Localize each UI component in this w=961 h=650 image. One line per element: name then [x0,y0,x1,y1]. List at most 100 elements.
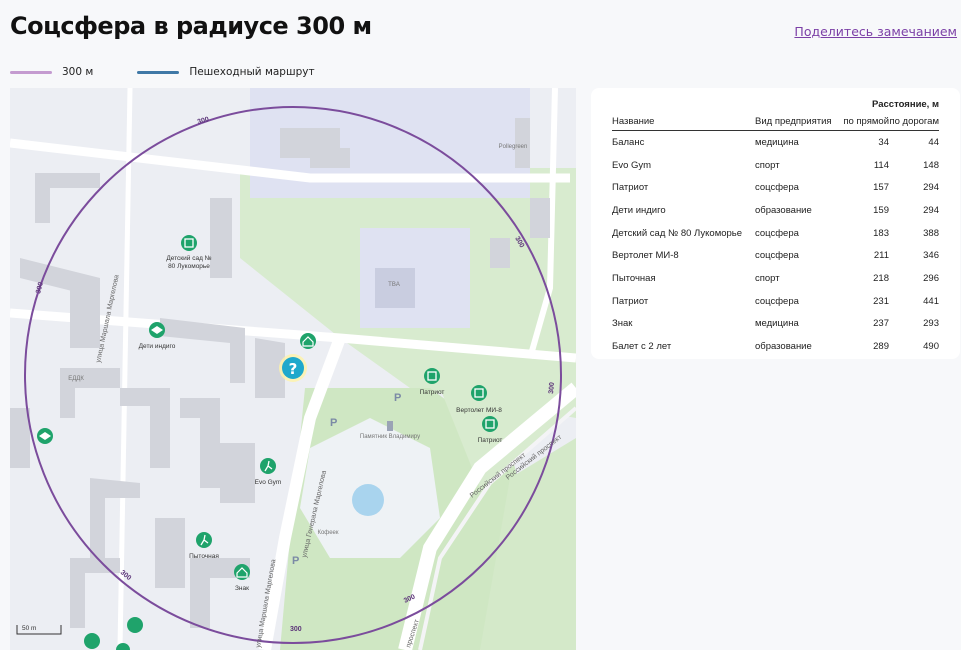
cell-name: Дети индиго [612,204,666,216]
cell-road: 490 [923,341,939,353]
table-row[interactable]: Детский сад № 80 Лукоморье соцсфера 183 388 [612,222,939,245]
share-feedback-link[interactable]: Поделитесь замечанием [794,24,957,39]
cell-straight: 231 [873,295,889,307]
poi-label: Вертолет МИ-8 [456,407,502,414]
tba-building [375,268,415,308]
cell-straight: 237 [873,318,889,330]
building-label: TBA [388,282,400,288]
cell-road: 441 [923,295,939,307]
cell-road: 44 [928,136,939,148]
cell-type: образование [755,204,812,216]
monument-label: Памятник Владимиру [360,434,420,440]
parking-marker: P [292,555,299,567]
cell-name: Баланс [612,136,645,148]
cell-road: 346 [923,250,939,262]
cell-name: Патриот [612,295,649,307]
monument-icon [387,421,393,431]
cell-type: соцсфера [755,227,799,239]
cell-straight: 211 [873,250,889,262]
cell-name: Evo Gym [612,159,652,171]
radius-label: 300 [290,626,302,633]
map-legend: 300 м Пешеходный маршрут [10,66,359,78]
poi-label: Детский сад № [166,254,211,262]
poi-balans[interactable] [300,333,316,349]
cell-type: соцсфера [755,182,799,194]
cell-road: 148 [923,159,939,171]
cell-straight: 218 [873,272,889,284]
social-icon[interactable] [482,416,498,432]
legend-walk-label: Пешеходный маршрут [189,66,315,78]
poi-label: Патриот [478,437,503,444]
cell-type: спорт [755,159,780,171]
building-label: ЕДДК [68,376,84,382]
poi-label: Знак [235,585,249,592]
cell-name: Патриот [612,182,649,194]
poi-balet[interactable] [37,428,53,444]
svg-text:?: ? [289,360,298,378]
radius-label: 300 [548,382,556,394]
poi-label: 80 Лукоморье [168,263,210,270]
kindergarten-icon[interactable] [181,235,197,251]
col-header-straight: по прямой [837,112,889,131]
cell-road: 296 [923,272,939,284]
legend-walk-swatch [137,70,180,74]
table-body: Баланс медицина 34 44 Evo Gym спорт 114 148 Патр… [612,131,939,358]
cell-straight: 159 [873,204,889,216]
cell-type: образование [755,341,812,353]
kids-icon[interactable] [127,617,143,633]
cell-road: 388 [923,227,939,239]
legend-item-walk-route: Пешеходный маршрут [137,66,315,78]
cell-straight: 114 [873,159,889,171]
cell-road: 293 [923,318,939,330]
table-row[interactable]: Дети индиго образование 159 294 [612,199,939,222]
cafe-label: Кофеек [317,530,338,536]
scale-label: 50 m [22,625,36,632]
social-icon[interactable] [84,633,100,649]
map-view[interactable]: P P P 300 300 300 300 300 300 300 улица … [10,88,576,650]
cell-name: Детский сад № 80 Лукоморье [612,227,743,239]
parking-marker: P [330,417,337,429]
poi-label: Evo Gym [255,479,282,486]
target-location-marker[interactable]: ? [279,354,307,382]
parking-marker: P [394,392,401,404]
table-row[interactable]: Evo Gym спорт 114 148 [612,154,939,177]
col-header-road: по дорогам [889,112,939,131]
distance-group-header: Расстояние, м [872,98,939,110]
table-row[interactable]: Баланс медицина 34 44 [612,131,939,154]
cell-name: Балет с 2 лет [612,341,672,353]
social-icon[interactable] [471,385,487,401]
poi-label: Дети индиго [139,343,176,350]
cell-type: соцсфера [755,250,799,262]
table-row[interactable]: Балет с 2 лет образование 289 490 [612,335,939,358]
cell-straight: 183 [873,227,889,239]
cell-name: Знак [612,318,633,330]
fountain [352,484,384,516]
cell-road: 294 [923,204,939,216]
cell-name: Вертолет МИ-8 [612,250,679,262]
page-title: Соцсфера в радиусе 300 м [10,12,372,40]
legend-radius-swatch [10,70,52,74]
cell-straight: 34 [878,136,889,148]
table-row[interactable]: Знак медицина 237 293 [612,313,939,336]
cell-type: соцсфера [755,295,799,307]
table-row[interactable]: Патриот соцсфера 231 441 [612,290,939,313]
cell-road: 294 [923,182,939,194]
distance-table: Расстояние, м Название Вид предприятия п… [612,96,939,358]
distance-table-panel: Расстояние, м Название Вид предприятия п… [591,88,960,359]
poi-label: Патриот [420,389,445,396]
building-label: Pollegreen [499,144,528,150]
cell-type: медицина [755,136,799,148]
legend-item-radius: 300 м [10,66,93,78]
table-row[interactable]: Пыточная спорт 218 296 [612,267,939,290]
cell-straight: 289 [873,341,889,353]
cell-type: спорт [755,272,780,284]
social-icon[interactable] [424,368,440,384]
table-row[interactable]: Вертолет МИ-8 соцсфера 211 346 [612,244,939,267]
table-row[interactable]: Патриот соцсфера 157 294 [612,176,939,199]
cell-type: медицина [755,318,799,330]
col-header-name: Название [612,112,755,131]
cell-straight: 157 [873,182,889,194]
poi-label: Пыточная [189,553,219,560]
col-header-type: Вид предприятия [755,112,837,131]
legend-radius-label: 300 м [62,66,94,78]
